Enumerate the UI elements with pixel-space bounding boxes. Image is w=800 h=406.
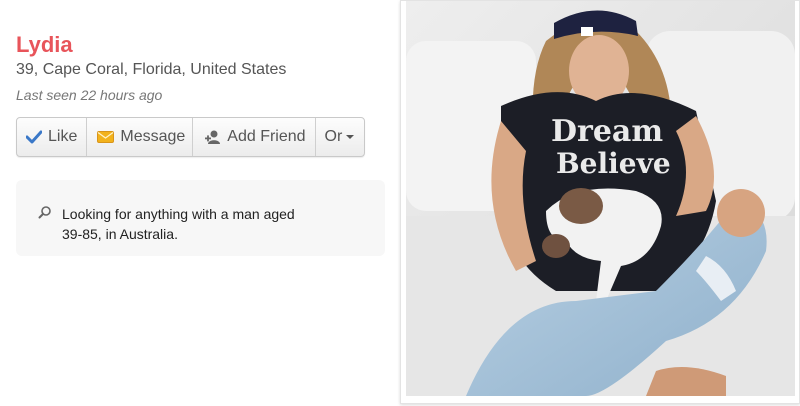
like-button[interactable]: Like [17,118,88,156]
looking-for-text: Looking for anything with a man aged 39-… [62,206,295,242]
search-icon [38,205,52,224]
more-options-dropdown[interactable]: Or [316,118,365,156]
envelope-icon [97,131,115,143]
profile-photo-frame: Dream Believe [400,0,800,404]
message-button[interactable]: Message [87,118,194,156]
profile-photo[interactable]: Dream Believe [406,1,795,396]
add-friend-label: Add Friend [227,128,306,145]
add-friend-button[interactable]: Add Friend [193,118,316,156]
like-label: Like [48,128,78,145]
checkmark-icon [26,130,42,144]
looking-for-panel: Looking for anything with a man aged 39-… [16,180,385,256]
add-person-icon [205,129,221,145]
profile-location: 39, Cape Coral, Florida, United States [16,61,287,78]
action-button-group: Like Message Add Friend Or [16,117,366,157]
profile-name: Lydia [16,32,73,57]
last-seen: Last seen 22 hours ago [16,87,163,103]
svg-text:Dream: Dream [551,114,663,149]
message-label: Message [120,128,186,145]
svg-text:Believe: Believe [556,147,671,180]
or-label: Or [324,128,343,145]
caret-down-icon [346,135,355,139]
